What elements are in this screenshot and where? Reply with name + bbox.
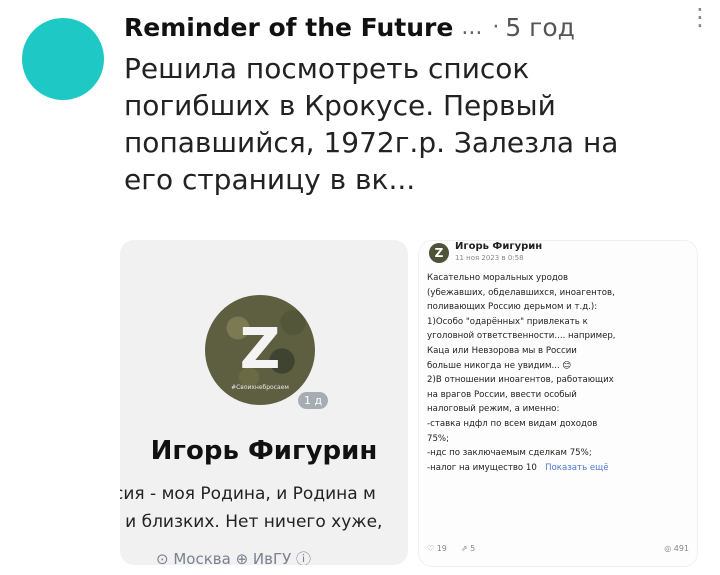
vk-post-last-text: -налог на имущество 10 bbox=[427, 462, 537, 473]
z-symbol: Z bbox=[239, 317, 281, 382]
profile-location: ⊙ Москва ⊕ ИвГУ ⓘ bbox=[156, 550, 312, 565]
profile-screenshot-image[interactable]: Z #Своихнебросаем 1 д Игорь Фигурин сия … bbox=[120, 240, 408, 565]
vk-post-line: 75%; bbox=[427, 433, 449, 444]
post-text: Решила посмотреть список погибших в Крок… bbox=[124, 50, 704, 198]
post-header: Reminder of the Future ... · 5 год bbox=[124, 10, 704, 44]
vk-post-date: 11 ноя 2023 в 0:58 bbox=[455, 254, 524, 262]
vk-post-line: налоговый режим, а именно: bbox=[427, 404, 560, 415]
vk-post-line: Каца или Невзорова мы в России bbox=[427, 345, 577, 356]
vk-post-text: Касательно моральных уродов (убежавших, … bbox=[427, 271, 693, 475]
vk-post-avatar: Z bbox=[429, 243, 449, 263]
vk-post-line: 2)В отношении иноагентов, работающих bbox=[427, 375, 614, 386]
post-text-line: погибших в Крокусе. Первый bbox=[124, 89, 556, 122]
age-badge: 1 д bbox=[298, 392, 329, 409]
post-text-line: его страницу в вк... bbox=[124, 163, 416, 196]
vk-post-line: больше никогда не увидим... 😊 bbox=[427, 360, 572, 371]
profile-name: Игорь Фигурин bbox=[150, 436, 378, 466]
more-options-icon[interactable]: ⋮ bbox=[688, 2, 712, 32]
shares-count: ⇗ 5 bbox=[460, 544, 476, 553]
vk-post-line: -ставка ндфл по всем видам доходов bbox=[427, 418, 598, 429]
user-avatar[interactable] bbox=[22, 18, 104, 100]
vk-post-line-last: -налог на имущество 10 Показать ещё bbox=[427, 461, 693, 476]
vk-post-line: Касательно моральных уродов bbox=[427, 273, 569, 283]
profile-picture: Z #Своихнебросаем bbox=[205, 295, 315, 405]
vk-post-line: -ндс по заключаемым сделкам 75%; bbox=[427, 448, 592, 459]
vk-post-line: (убежавших, обделавшихся, иноагентов, bbox=[427, 287, 615, 298]
post-time: 5 год bbox=[505, 12, 575, 42]
vk-post-line: на врагов России, ввести особый bbox=[427, 389, 577, 400]
likes-count: ♡ 19 bbox=[427, 544, 447, 553]
avatar-caption: #Своихнебросаем bbox=[231, 384, 289, 391]
author-name[interactable]: Reminder of the Future bbox=[124, 13, 453, 42]
post-text-line: Решила посмотреть список bbox=[124, 52, 530, 85]
profile-status-line: : и близких. Нет ничего хуже, bbox=[120, 512, 383, 532]
vk-post-line: поливающих Россию дерьмом и т.д.): bbox=[427, 302, 598, 313]
vk-post-line: 1)Особо "одарённых" привлекать к bbox=[427, 316, 588, 327]
vk-post-stats: ♡ 19 ⇗ 5 ◎ 491 bbox=[427, 544, 689, 553]
profile-status-line: сия - моя Родина, и Родина м bbox=[120, 484, 376, 504]
vk-post-screenshot-image[interactable]: Z Игорь Фигурин 11 ноя 2023 в 0:58 Касат… bbox=[418, 240, 698, 567]
vk-post-author: Игорь Фигурин bbox=[455, 241, 543, 252]
views-count: ◎ 491 bbox=[664, 544, 689, 553]
post-text-line: попавшийся, 1972г.р. Залезла на bbox=[124, 126, 619, 159]
vk-post-line: уголовной ответственности.... например, bbox=[427, 331, 616, 342]
author-ellipsis: ... bbox=[461, 14, 483, 40]
separator-dot: · bbox=[492, 14, 500, 40]
show-more-link: Показать ещё bbox=[545, 462, 609, 473]
